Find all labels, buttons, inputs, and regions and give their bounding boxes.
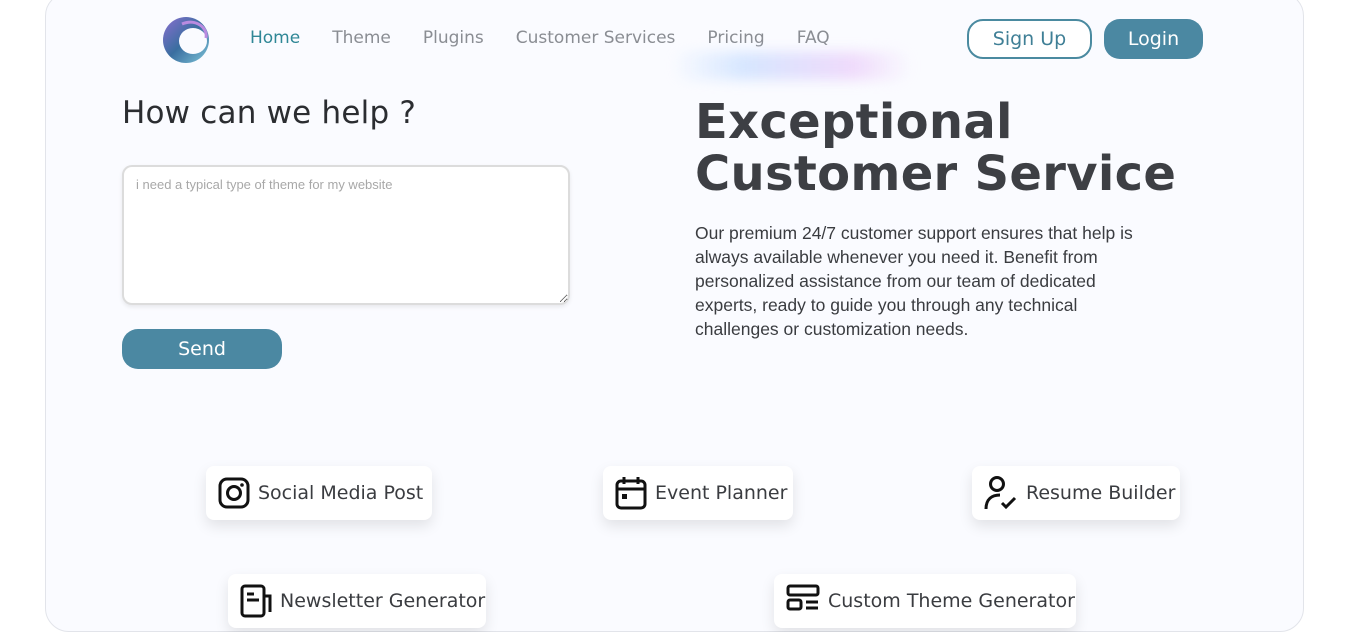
help-title: How can we help ? bbox=[122, 95, 417, 131]
nav-glow-decoration bbox=[672, 52, 912, 80]
tool-label: Newsletter Generator bbox=[280, 590, 486, 612]
logo-icon[interactable] bbox=[162, 14, 212, 66]
nav-plugins[interactable]: Plugins bbox=[423, 26, 484, 50]
tool-label: Event Planner bbox=[655, 482, 788, 504]
tool-label: Resume Builder bbox=[1026, 482, 1176, 504]
tool-label: Custom Theme Generator bbox=[828, 590, 1075, 612]
layout-icon bbox=[786, 584, 820, 618]
nav-faq[interactable]: FAQ bbox=[797, 26, 830, 50]
tool-custom-theme-generator[interactable]: Custom Theme Generator bbox=[774, 574, 1076, 628]
help-textarea[interactable] bbox=[122, 165, 570, 305]
hero-title: Exceptional Customer Service bbox=[695, 96, 1215, 200]
nav-pricing[interactable]: Pricing bbox=[707, 26, 764, 50]
instagram-icon bbox=[218, 476, 250, 510]
tool-newsletter-generator[interactable]: Newsletter Generator bbox=[228, 574, 486, 628]
main-nav: Home Theme Plugins Customer Services Pri… bbox=[250, 26, 862, 50]
newspaper-icon bbox=[240, 584, 272, 618]
nav-customer-services[interactable]: Customer Services bbox=[516, 26, 676, 50]
user-check-icon bbox=[984, 476, 1018, 510]
tool-event-planner[interactable]: Event Planner bbox=[603, 466, 793, 520]
send-button[interactable]: Send bbox=[122, 329, 282, 369]
tool-social-media-post[interactable]: Social Media Post bbox=[206, 466, 432, 520]
nav-home[interactable]: Home bbox=[250, 26, 300, 50]
calendar-icon bbox=[615, 476, 647, 510]
tool-resume-builder[interactable]: Resume Builder bbox=[972, 466, 1180, 520]
hero-description: Our premium 24/7 customer support ensure… bbox=[695, 223, 1133, 339]
hero-title-line2: Customer Service bbox=[695, 146, 1177, 202]
hero-title-line1: Exceptional bbox=[695, 94, 1013, 150]
signup-button[interactable]: Sign Up bbox=[967, 19, 1092, 59]
tool-label: Social Media Post bbox=[258, 482, 424, 504]
nav-theme[interactable]: Theme bbox=[332, 26, 391, 50]
login-button[interactable]: Login bbox=[1104, 19, 1203, 59]
